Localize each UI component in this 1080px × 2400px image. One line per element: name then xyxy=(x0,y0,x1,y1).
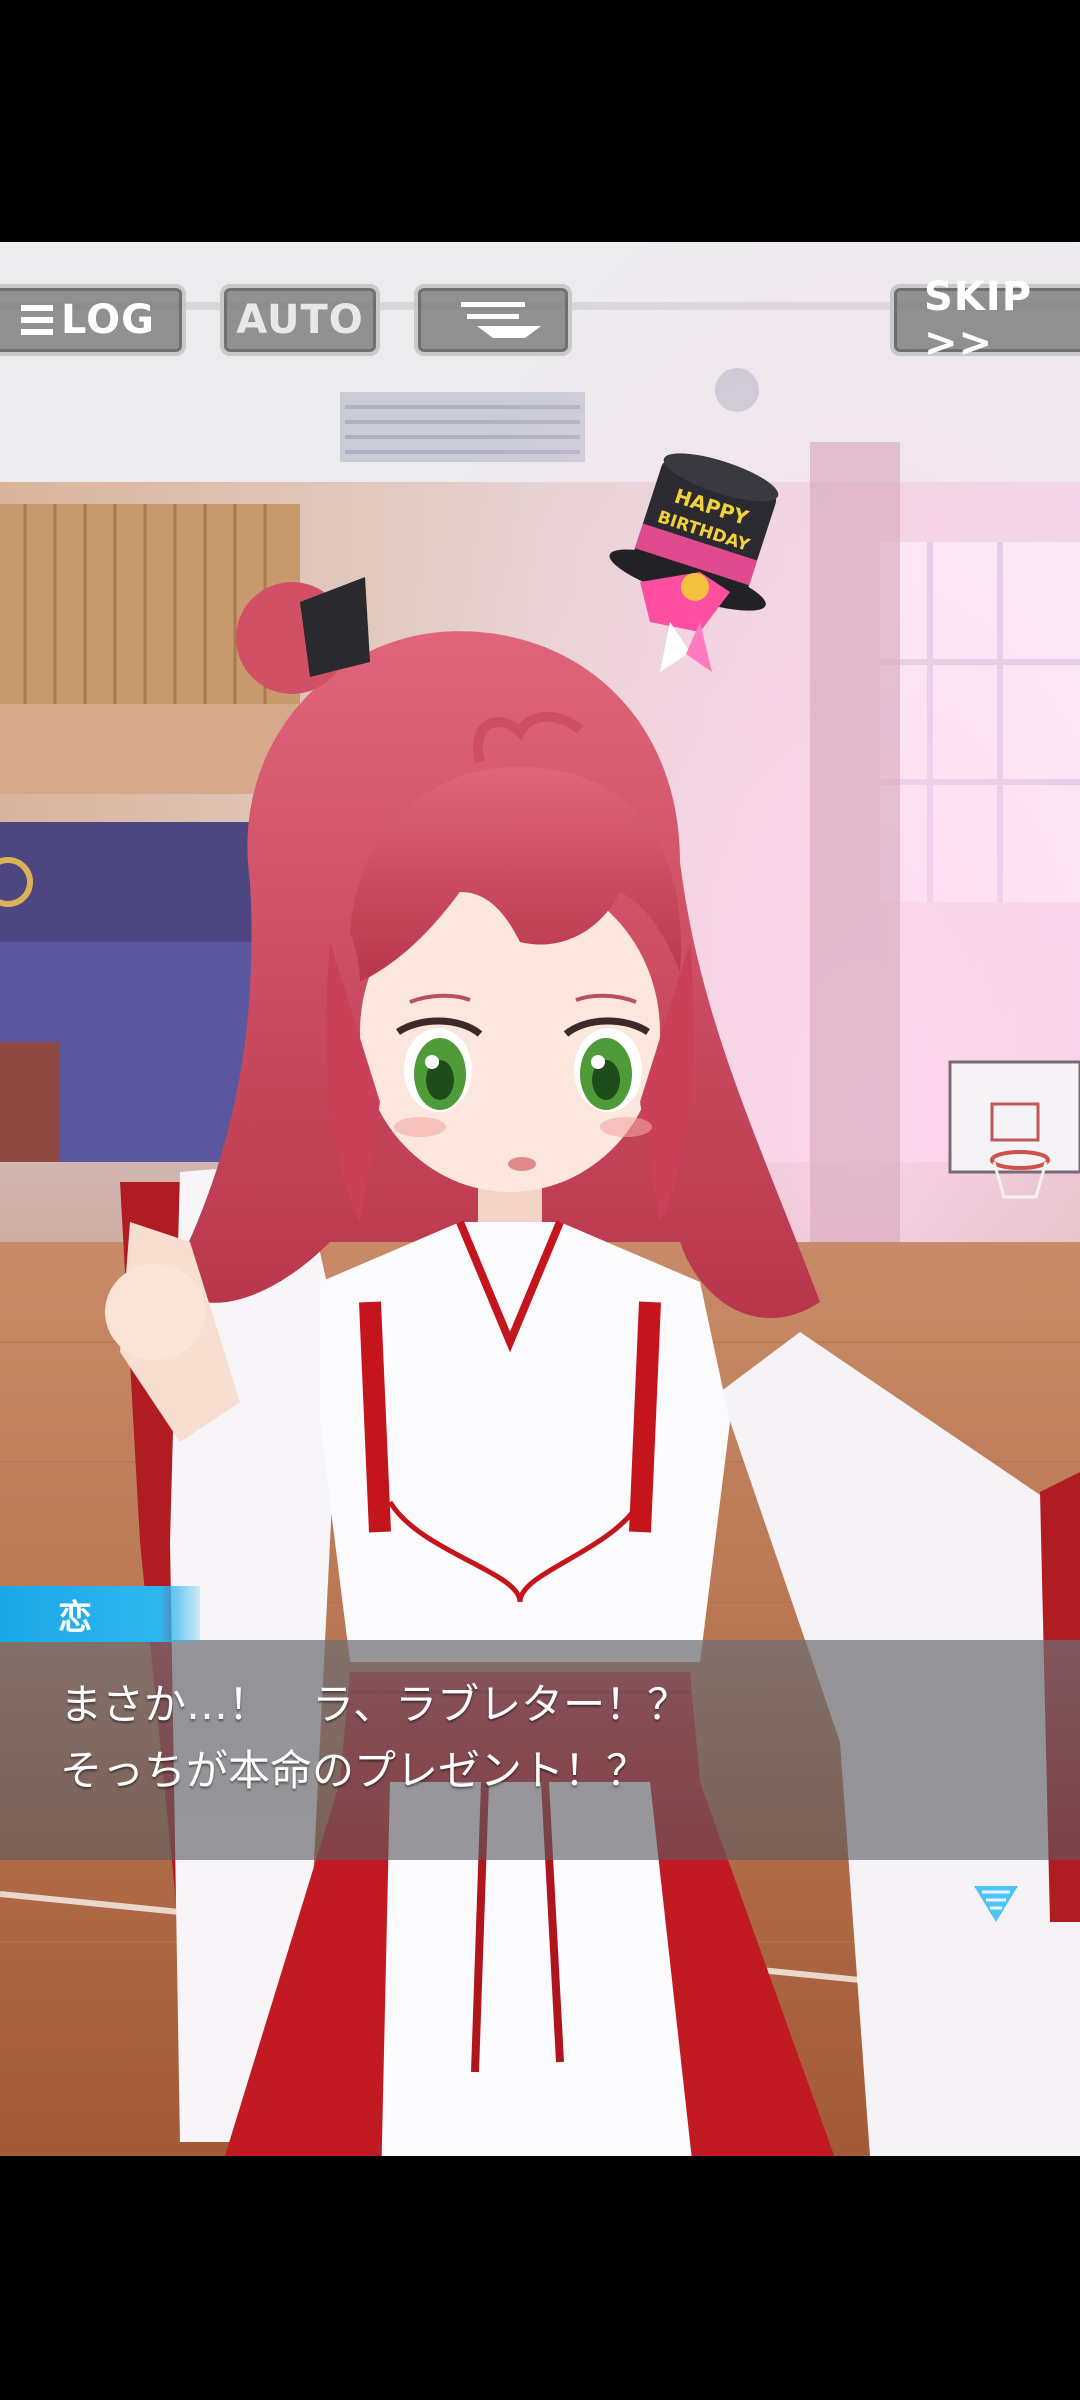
log-label: LOG xyxy=(61,297,155,343)
speaker-name: 恋 xyxy=(58,1597,92,1638)
scene-illustration: HAPPY BIRTHDAY xyxy=(0,242,1080,2156)
auto-button[interactable]: AUTO xyxy=(220,284,380,356)
speaker-name-tab: 恋 xyxy=(0,1586,200,1642)
next-arrow-icon[interactable] xyxy=(974,1884,1018,1924)
text-speed-button[interactable] xyxy=(414,284,572,356)
text-speed-icon xyxy=(461,300,541,340)
dialogue-text: まさか…！ ラ、ラブレター！？ そっちが本命のプレゼント！？ xyxy=(60,1680,690,1795)
hamburger-icon xyxy=(21,305,54,335)
log-button[interactable]: LOG xyxy=(0,284,186,356)
skip-button[interactable]: SKIP >> xyxy=(890,274,1080,366)
skip-label: SKIP >> xyxy=(924,274,1033,366)
game-screen[interactable]: HAPPY BIRTHDAY LOG AUTO SKIP >> 恋 まさか…！ … xyxy=(0,0,1080,2400)
auto-label: AUTO xyxy=(236,297,364,343)
visual-novel-scene[interactable]: HAPPY BIRTHDAY xyxy=(0,242,1080,2156)
